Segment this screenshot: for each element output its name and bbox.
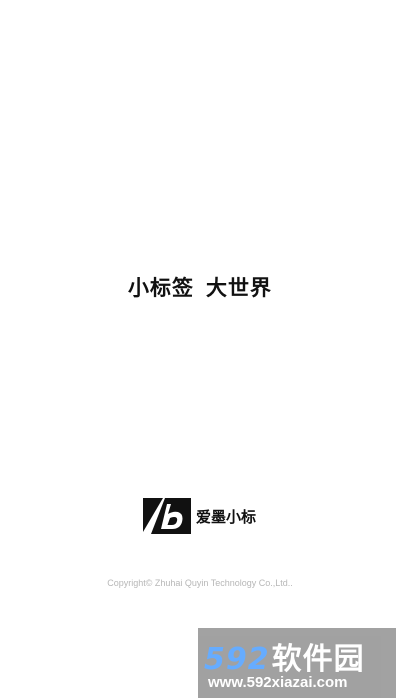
slogan: 小标签 大世界 — [0, 272, 400, 302]
site-watermark: 592软件园 www.592xiazai.com — [198, 628, 396, 698]
slogan-part-2: 大世界 — [206, 276, 272, 300]
brand-name: 爱墨小标 — [196, 507, 257, 526]
watermark-name: 软件园 — [271, 642, 365, 677]
brand: 爱墨小标 — [143, 498, 256, 534]
slogan-part-1: 小标签 — [128, 276, 194, 300]
splash-screen: 小标签 大世界 爱墨小标 Copyright© Zhuhai Quyin Tech… — [0, 0, 400, 700]
aimo-logo-icon — [143, 498, 191, 534]
watermark-url: www.592xiazai.com — [208, 674, 348, 691]
copyright-text: Copyright© Zhuhai Quyin Technology Co.,L… — [107, 578, 293, 588]
watermark-number: 592 — [204, 642, 270, 677]
watermark-title: 592软件园 — [204, 634, 365, 678]
